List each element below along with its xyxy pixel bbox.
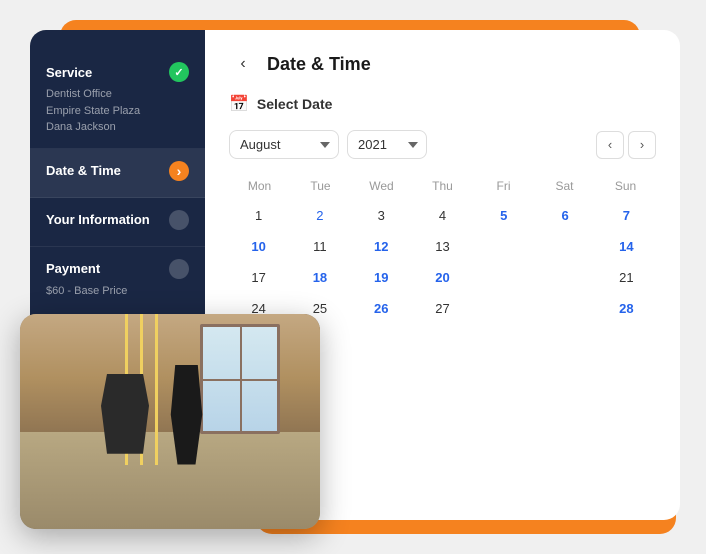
service-detail-1: Dentist Office <box>46 86 189 103</box>
panel-title: Date & Time <box>267 54 371 75</box>
datetime-active-icon <box>169 161 189 181</box>
day-3[interactable]: 3 <box>352 201 411 230</box>
calendar-weekdays: Mon Tue Wed Thu Fri Sat Sun <box>229 175 656 197</box>
day-12[interactable]: 12 <box>352 232 411 261</box>
day-empty-4 <box>474 325 533 354</box>
select-date-row: 📅 Select Date <box>229 94 656 114</box>
gym-window <box>200 324 280 434</box>
datetime-label: Date & Time <box>46 163 121 178</box>
day-empty-fri2 <box>474 232 533 261</box>
your-information-label: Your Information <box>46 212 150 227</box>
weekday-fri: Fri <box>473 175 534 197</box>
day-empty-fri4 <box>474 294 533 323</box>
service-detail-3: Dana Jackson <box>46 119 189 136</box>
gym-image <box>20 314 320 529</box>
weekday-sun: Sun <box>595 175 656 197</box>
weekday-tue: Tue <box>290 175 351 197</box>
day-empty-5 <box>535 325 594 354</box>
sidebar-section-payment[interactable]: Payment $60 - Base Price <box>30 247 205 312</box>
day-18[interactable]: 18 <box>290 263 349 292</box>
day-14[interactable]: 14 <box>597 232 656 261</box>
day-4[interactable]: 4 <box>413 201 472 230</box>
month-year-row: August January February March April May … <box>229 130 656 159</box>
payment-inactive-icon <box>169 259 189 279</box>
nav-arrows: ‹ › <box>596 131 656 159</box>
day-19[interactable]: 19 <box>352 263 411 292</box>
day-21[interactable]: 21 <box>597 263 656 292</box>
your-information-inactive-icon <box>169 210 189 230</box>
gym-image-inner <box>20 314 320 529</box>
day-1[interactable]: 1 <box>229 201 288 230</box>
day-empty-6 <box>597 325 656 354</box>
calendar-icon: 📅 <box>229 94 249 114</box>
day-empty-sat3 <box>535 263 594 292</box>
day-17[interactable]: 17 <box>229 263 288 292</box>
strap-3 <box>155 314 158 465</box>
day-20[interactable]: 20 <box>413 263 472 292</box>
day-5[interactable]: 5 <box>474 201 533 230</box>
weekday-sat: Sat <box>534 175 595 197</box>
service-detail-2: Empire State Plaza <box>46 103 189 120</box>
day-13[interactable]: 13 <box>413 232 472 261</box>
sidebar-section-service[interactable]: Service Dentist Office Empire State Plaz… <box>30 50 205 149</box>
day-empty-sat4 <box>535 294 594 323</box>
day-empty-2 <box>352 325 411 354</box>
day-26[interactable]: 26 <box>352 294 411 323</box>
sidebar-section-datetime[interactable]: Date & Time <box>30 149 205 198</box>
day-11[interactable]: 11 <box>290 232 349 261</box>
day-empty-3 <box>413 325 472 354</box>
day-27[interactable]: 27 <box>413 294 472 323</box>
day-6[interactable]: 6 <box>535 201 594 230</box>
year-select[interactable]: 2021 2020 2022 2023 <box>347 130 427 159</box>
sidebar-section-your-information[interactable]: Your Information <box>30 198 205 247</box>
prev-month-button[interactable]: ‹ <box>596 131 624 159</box>
day-2[interactable]: 2 <box>290 201 349 230</box>
month-select[interactable]: August January February March April May … <box>229 130 339 159</box>
day-empty-fri3 <box>474 263 533 292</box>
service-label: Service <box>46 65 92 80</box>
back-button[interactable]: ‹ <box>229 50 257 78</box>
day-empty-sat2 <box>535 232 594 261</box>
weekday-wed: Wed <box>351 175 412 197</box>
weekday-thu: Thu <box>412 175 473 197</box>
payment-detail-1: $60 - Base Price <box>46 283 189 300</box>
service-check-icon <box>169 62 189 82</box>
panel-header: ‹ Date & Time <box>229 50 656 78</box>
gym-floor <box>20 432 320 529</box>
select-date-label: Select Date <box>257 96 332 112</box>
day-10[interactable]: 10 <box>229 232 288 261</box>
next-month-button[interactable]: › <box>628 131 656 159</box>
payment-label: Payment <box>46 261 100 276</box>
day-28[interactable]: 28 <box>597 294 656 323</box>
weekday-mon: Mon <box>229 175 290 197</box>
day-7[interactable]: 7 <box>597 201 656 230</box>
